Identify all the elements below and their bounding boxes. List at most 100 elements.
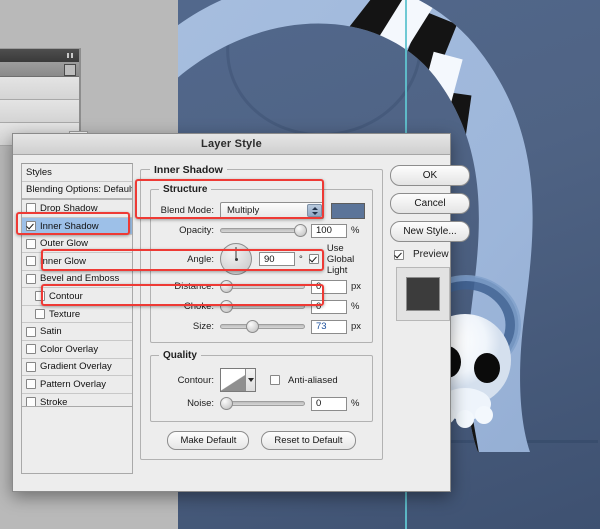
effect-label: Bevel and Emboss: [40, 273, 120, 285]
effect-row-gradient-overlay[interactable]: Gradient Overlay: [22, 358, 132, 377]
choke-unit: %: [351, 301, 360, 312]
settings-panel: Inner Shadow Structure Blend Mode: Multi…: [140, 163, 383, 474]
checkbox-color-overlay[interactable]: [26, 344, 36, 355]
effect-row-contour[interactable]: Contour: [22, 288, 132, 306]
angle-input[interactable]: 90: [259, 252, 295, 266]
size-slider[interactable]: [220, 320, 305, 333]
checkbox-stroke[interactable]: [26, 397, 36, 406]
angle-hub-icon: [234, 257, 238, 261]
effect-label: Contour: [49, 290, 83, 302]
blend-mode-row: Blend Mode: Multiply: [158, 202, 365, 219]
opacity-row: Opacity: 100 %: [158, 222, 365, 239]
styles-list[interactable]: Styles Blending Options: Default Drop Sh…: [21, 163, 133, 407]
effect-row-stroke[interactable]: Stroke: [22, 393, 132, 407]
effect-row-outer-glow[interactable]: Outer Glow: [22, 235, 132, 253]
distance-slider[interactable]: [220, 280, 305, 293]
effect-label: Satin: [40, 326, 62, 338]
size-label: Size:: [192, 321, 214, 332]
effect-label: Inner Shadow: [40, 220, 99, 232]
effect-row-pattern-overlay[interactable]: Pattern Overlay: [22, 376, 132, 394]
checkbox-anti-aliased[interactable]: [270, 375, 280, 385]
opacity-slider[interactable]: [220, 224, 307, 237]
effect-label: Texture: [49, 308, 81, 320]
checkbox-outer-glow[interactable]: [26, 238, 36, 249]
distance-input[interactable]: 0: [311, 279, 347, 294]
preview-row[interactable]: Preview: [394, 249, 470, 260]
contour-preset-picker[interactable]: [220, 368, 256, 392]
checkbox-use-global-light[interactable]: [308, 254, 319, 264]
cancel-button[interactable]: Cancel: [390, 193, 470, 214]
checkbox-texture[interactable]: [35, 309, 45, 320]
checkbox-gradient-overlay[interactable]: [26, 361, 36, 372]
effect-row-satin[interactable]: Satin: [22, 323, 132, 341]
anti-aliased-row[interactable]: Anti-aliased: [270, 375, 338, 386]
styles-column: Styles Blending Options: Default Drop Sh…: [21, 163, 133, 474]
effect-label: Drop Shadow: [40, 202, 98, 214]
dialog-title: Layer Style: [201, 138, 262, 150]
checkbox-bevel-and-emboss[interactable]: [26, 273, 36, 284]
dialog-buttons-column: OK Cancel New Style... Preview: [390, 163, 470, 474]
choke-input[interactable]: 0: [311, 299, 347, 314]
dialog-titlebar: Layer Style: [13, 134, 450, 155]
distance-unit: px: [351, 281, 362, 292]
slider-thumb[interactable]: [246, 320, 260, 333]
blend-mode-select[interactable]: Multiply: [220, 202, 324, 219]
angle-unit: °: [299, 253, 303, 265]
panel-row: [0, 100, 79, 123]
panel-row: [0, 77, 79, 100]
checkbox-satin[interactable]: [26, 326, 36, 337]
preview-label: Preview: [413, 249, 449, 260]
effect-row-bevel-and-emboss[interactable]: Bevel and Emboss: [22, 270, 132, 289]
choke-label: Choke:: [183, 301, 214, 312]
slider-thumb[interactable]: [294, 224, 307, 237]
shadow-color-swatch[interactable]: [331, 202, 365, 219]
effect-label: Pattern Overlay: [40, 378, 106, 390]
noise-label: Noise:: [187, 398, 214, 409]
effect-row-texture[interactable]: Texture: [22, 305, 132, 324]
checkbox-pattern-overlay[interactable]: [26, 379, 36, 390]
preview-thumbnail: [396, 267, 450, 321]
effect-label: Outer Glow: [40, 238, 89, 250]
ok-button[interactable]: OK: [390, 165, 470, 186]
chevron-down-icon[interactable]: [245, 369, 255, 391]
slider-thumb[interactable]: [220, 397, 233, 410]
angle-dial[interactable]: [220, 243, 252, 275]
stepper-arrows-icon[interactable]: [307, 204, 322, 217]
effect-label: Color Overlay: [40, 343, 99, 355]
slider-thumb[interactable]: [220, 300, 233, 313]
blending-options-row[interactable]: Blending Options: Default: [22, 181, 132, 201]
inner-shadow-group: Inner Shadow Structure Blend Mode: Multi…: [140, 164, 383, 460]
noise-input[interactable]: 0: [311, 396, 347, 411]
reset-to-default-button[interactable]: Reset to Default: [261, 431, 356, 450]
preview-thumbnail-swatch: [406, 277, 440, 311]
slider-track: [220, 324, 305, 329]
choke-slider[interactable]: [220, 300, 305, 313]
effect-label: Stroke: [40, 396, 68, 407]
screenshot-stage: Layer Style Styles Blending Options: Def…: [0, 0, 600, 529]
checkbox-preview[interactable]: [394, 249, 404, 260]
use-global-light-row[interactable]: Use Global Light: [308, 243, 365, 276]
contour-label: Contour:: [177, 374, 214, 386]
make-default-button[interactable]: Make Default: [167, 431, 250, 450]
slider-thumb[interactable]: [220, 280, 233, 293]
effect-row-drop-shadow[interactable]: Drop Shadow: [22, 200, 132, 218]
opacity-input[interactable]: 100: [311, 223, 347, 238]
noise-unit: %: [351, 398, 360, 409]
noise-slider[interactable]: [220, 397, 305, 410]
blend-mode-label: Blend Mode:: [160, 205, 214, 216]
inner-shadow-title: Inner Shadow: [150, 164, 227, 176]
effect-row-color-overlay[interactable]: Color Overlay: [22, 340, 132, 359]
checkbox-contour[interactable]: [35, 291, 45, 302]
checkbox-inner-shadow[interactable]: [26, 221, 36, 232]
effect-row-inner-glow[interactable]: Inner Glow: [22, 252, 132, 271]
size-input[interactable]: 73: [311, 319, 347, 334]
styles-list-header[interactable]: Styles: [22, 164, 132, 182]
noise-row: Noise: 0 %: [158, 395, 365, 412]
blend-mode-value: Multiply: [227, 205, 260, 216]
new-style-button[interactable]: New Style...: [390, 221, 470, 242]
checkbox-drop-shadow[interactable]: [26, 203, 36, 214]
checkbox-inner-glow[interactable]: [26, 256, 36, 267]
structure-group: Structure Blend Mode: Multiply Opacity:: [150, 184, 373, 343]
opacity-label: Opacity:: [179, 225, 214, 236]
effect-row-inner-shadow[interactable]: Inner Shadow: [22, 217, 132, 236]
